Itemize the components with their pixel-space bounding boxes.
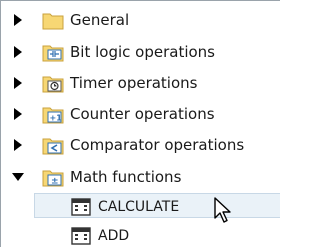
collapse-arrow-icon[interactable] bbox=[10, 169, 26, 185]
tree-item-calculate[interactable]: CALCULATE bbox=[0, 192, 280, 222]
instruction-tree: General Bit logic operations Timer opera… bbox=[0, 0, 280, 247]
tree-item-counter[interactable]: +1 Counter operations bbox=[0, 99, 280, 129]
expand-arrow-icon[interactable] bbox=[10, 137, 26, 153]
tree-item-label: General bbox=[70, 11, 130, 29]
comparator-icon bbox=[42, 138, 64, 155]
tree-item-label: Comparator operations bbox=[70, 136, 245, 154]
expand-arrow-icon[interactable] bbox=[10, 75, 26, 91]
svg-text:±: ± bbox=[51, 177, 59, 187]
tree-item-label: Bit logic operations bbox=[70, 43, 215, 61]
math-icon: ± bbox=[42, 170, 64, 187]
tree-item-bit-logic[interactable]: Bit logic operations bbox=[0, 37, 280, 67]
expand-arrow-icon[interactable] bbox=[10, 12, 26, 28]
timer-icon bbox=[42, 76, 64, 93]
tree-item-label: CALCULATE bbox=[98, 199, 180, 215]
tree-item-timer[interactable]: Timer operations bbox=[0, 68, 280, 98]
tree-item-label: Math functions bbox=[70, 168, 182, 186]
tree-item-comparator[interactable]: Comparator operations bbox=[0, 130, 280, 160]
svg-text:+1: +1 bbox=[50, 114, 63, 123]
tree-item-general[interactable]: General bbox=[0, 5, 280, 35]
counter-icon: +1 bbox=[42, 107, 64, 124]
tree-item-label: Timer operations bbox=[70, 74, 198, 92]
tree-item-label: ADD bbox=[98, 228, 130, 244]
frame-top-border bbox=[0, 0, 280, 1]
mouse-pointer-icon bbox=[214, 197, 231, 223]
tree-item-label: Counter operations bbox=[70, 105, 215, 123]
bit-logic-icon bbox=[42, 45, 64, 62]
folder-icon bbox=[42, 13, 64, 30]
instruction-block-icon bbox=[71, 227, 91, 245]
tree-item-math[interactable]: ± Math functions bbox=[0, 162, 280, 192]
expand-arrow-icon[interactable] bbox=[10, 106, 26, 122]
instruction-block-icon bbox=[71, 198, 91, 216]
expand-arrow-icon[interactable] bbox=[10, 44, 26, 60]
